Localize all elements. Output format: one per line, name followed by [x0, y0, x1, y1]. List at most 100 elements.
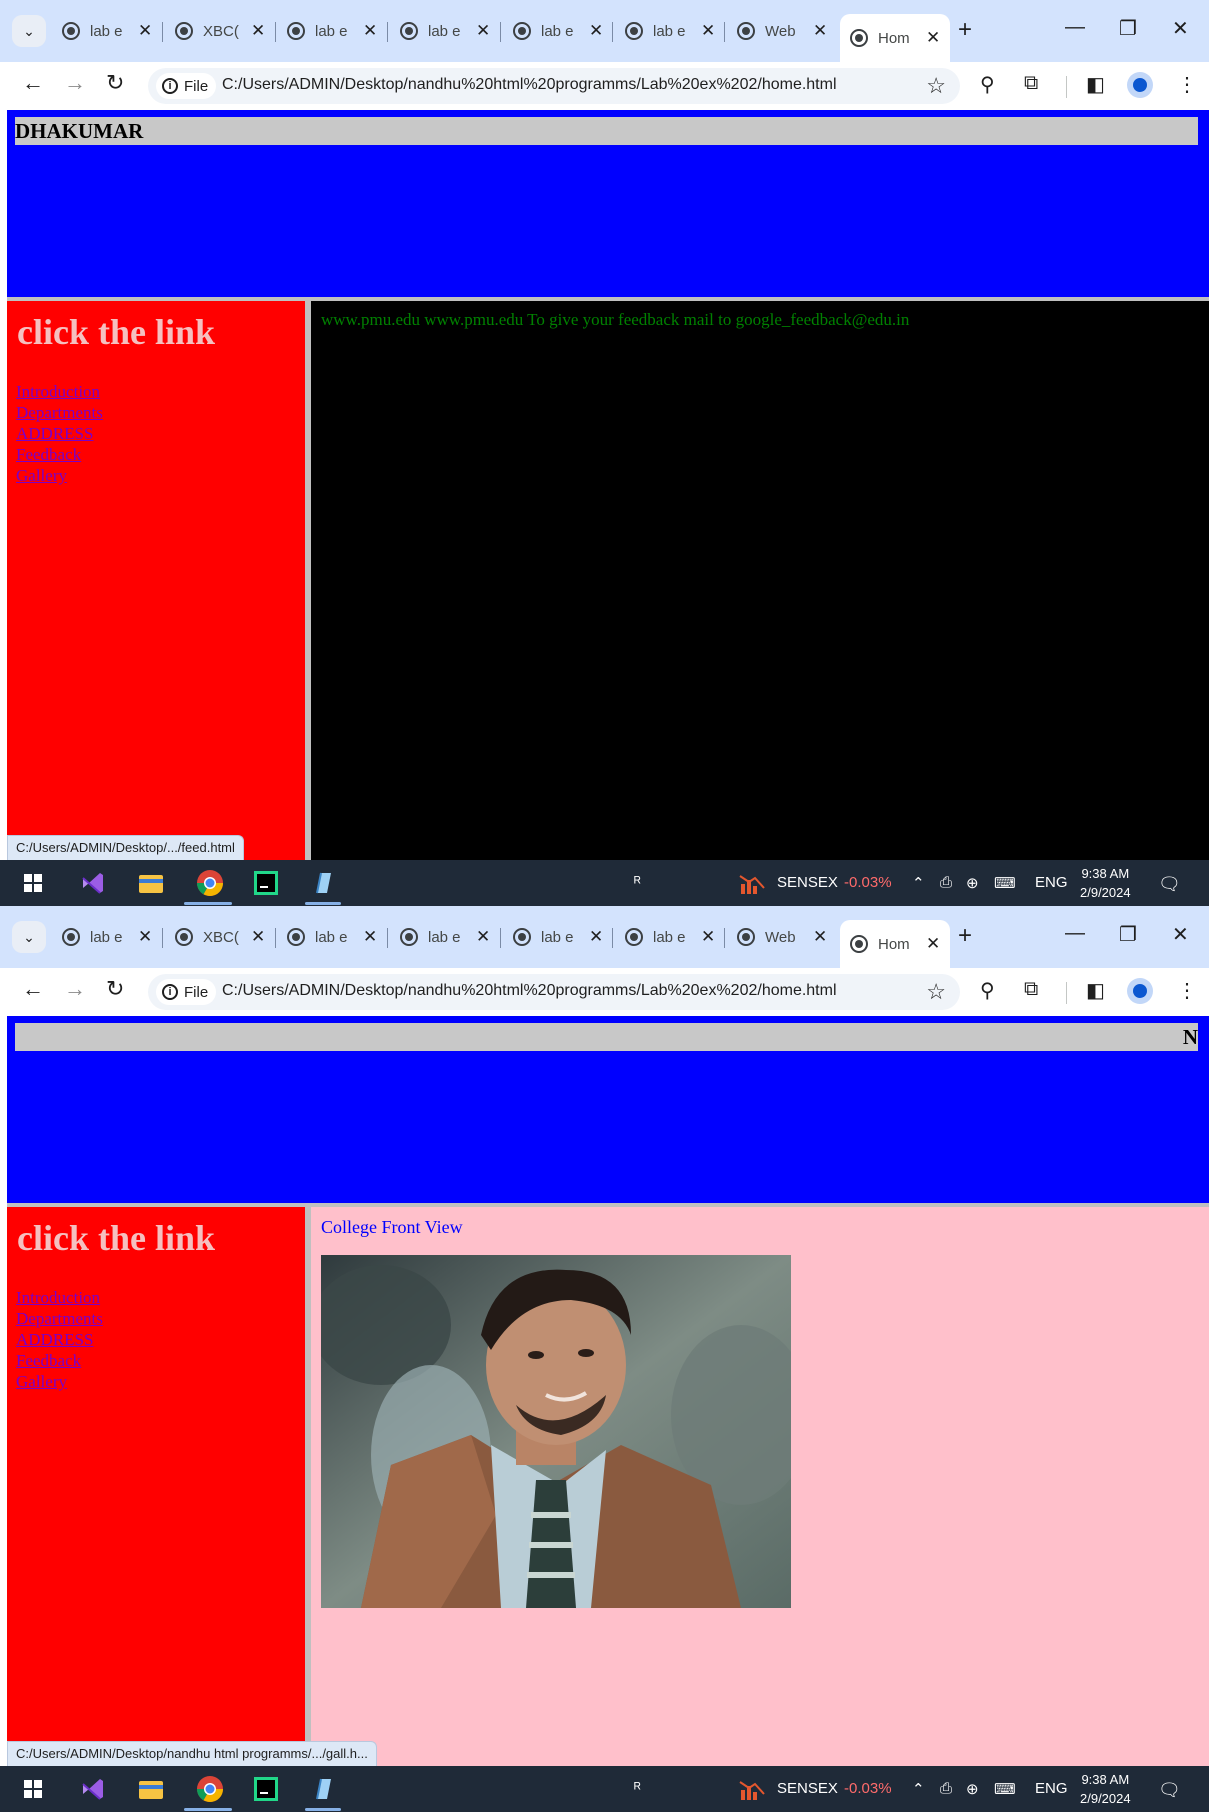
url-text[interactable]: C:/Users/ADMIN/Desktop/nandhu%20html%20p…	[222, 982, 837, 1000]
tray-device-icon[interactable]: ⎙	[940, 874, 952, 891]
close-icon[interactable]: ✕	[813, 21, 827, 41]
site-info-chip[interactable]: i File	[156, 979, 217, 1005]
tab[interactable]: lab e ✕	[400, 920, 490, 954]
reload-icon[interactable]: ↻	[106, 976, 124, 1002]
back-icon[interactable]: ←	[22, 976, 44, 1002]
back-icon[interactable]: ←	[22, 70, 44, 96]
chrome-icon[interactable]	[195, 868, 225, 898]
new-tab-icon[interactable]: +	[958, 16, 972, 44]
tab-active[interactable]: Hom ✕	[840, 920, 951, 968]
close-icon[interactable]: ✕	[701, 21, 715, 41]
close-icon[interactable]: ✕	[251, 927, 265, 947]
link-introduction[interactable]: Introduction	[16, 1287, 103, 1308]
notification-icon[interactable]: 🗨	[1158, 1780, 1181, 1801]
stock-chart-icon[interactable]	[737, 1774, 767, 1804]
tab[interactable]: XBC(✕	[175, 14, 265, 48]
forward-icon[interactable]: →	[64, 976, 86, 1002]
site-info-chip[interactable]: i File	[156, 73, 217, 99]
close-icon[interactable]: ✕	[589, 21, 603, 41]
url-text[interactable]: C:/Users/ADMIN/Desktop/nandhu%20html%20p…	[222, 76, 837, 94]
link-departments[interactable]: Departments	[16, 402, 103, 423]
star-icon[interactable]: ☆	[926, 979, 946, 1005]
accessibility-icon[interactable]: ᴿ	[634, 1780, 641, 1797]
tab[interactable]: Web ✕	[737, 920, 827, 954]
notification-icon[interactable]: 🗨	[1158, 874, 1181, 895]
minimize-icon[interactable]: —	[1065, 16, 1085, 39]
tray-device-icon[interactable]: ⎙	[940, 1780, 952, 1797]
file-explorer-icon[interactable]	[136, 868, 166, 898]
tab[interactable]: lab e ✕	[287, 14, 377, 48]
restore-icon[interactable]: ❐	[1119, 922, 1137, 947]
link-address[interactable]: ADDRESS	[16, 1329, 103, 1350]
windows-start-icon[interactable]	[18, 868, 48, 898]
close-icon[interactable]: ✕	[363, 927, 377, 947]
close-icon[interactable]: ✕	[926, 28, 940, 48]
keyboard-icon[interactable]: ⌨	[994, 874, 1016, 892]
tab[interactable]: lab e ✕	[62, 14, 152, 48]
link-departments[interactable]: Departments	[16, 1308, 103, 1329]
tab[interactable]: lab e ✕	[287, 920, 377, 954]
close-window-icon[interactable]: ✕	[1172, 922, 1189, 947]
minimize-icon[interactable]: —	[1065, 922, 1085, 945]
keyboard-icon[interactable]: ⌨	[994, 1780, 1016, 1798]
chevron-up-icon[interactable]: ⌃	[912, 874, 925, 892]
windows-start-icon[interactable]	[18, 1774, 48, 1804]
close-window-icon[interactable]: ✕	[1172, 16, 1189, 41]
side-panel-icon[interactable]: ◧	[1086, 72, 1105, 97]
close-icon[interactable]: ✕	[138, 927, 152, 947]
tab[interactable]: lab e ✕	[513, 14, 603, 48]
close-icon[interactable]: ✕	[138, 21, 152, 41]
stock-chart-icon[interactable]	[737, 868, 767, 898]
chevron-up-icon[interactable]: ⌃	[912, 1780, 925, 1798]
file-explorer-icon[interactable]	[136, 1774, 166, 1804]
pycharm-icon[interactable]	[251, 1774, 281, 1804]
network-icon[interactable]: ⊕	[966, 874, 979, 892]
extension-pin-icon[interactable]: ⚲	[980, 978, 995, 1003]
menu-kebab-icon[interactable]: ⋮	[1177, 72, 1197, 97]
pycharm-icon[interactable]	[251, 868, 281, 898]
tab[interactable]: lab e ✕	[400, 14, 490, 48]
new-tab-icon[interactable]: +	[958, 922, 972, 950]
address-bar[interactable]: i File C:/Users/ADMIN/Desktop/nandhu%20ht…	[148, 68, 960, 104]
address-bar[interactable]: i File C:/Users/ADMIN/Desktop/nandhu%20ht…	[148, 974, 960, 1010]
link-gallery[interactable]: Gallery	[16, 1371, 103, 1392]
tab[interactable]: lab e ✕	[62, 920, 152, 954]
close-icon[interactable]: ✕	[363, 21, 377, 41]
accessibility-icon[interactable]: ᴿ	[634, 874, 641, 891]
forward-icon[interactable]: →	[64, 70, 86, 96]
tab[interactable]: Web ✕	[737, 14, 827, 48]
close-icon[interactable]: ✕	[589, 927, 603, 947]
close-icon[interactable]: ✕	[701, 927, 715, 947]
clock[interactable]: 9:38 AM 2/9/2024	[1080, 864, 1131, 902]
reload-icon[interactable]: ↻	[106, 70, 124, 96]
language-indicator[interactable]: ENG	[1035, 874, 1068, 891]
language-indicator[interactable]: ENG	[1035, 1780, 1068, 1797]
link-introduction[interactable]: Introduction	[16, 381, 103, 402]
close-icon[interactable]: ✕	[813, 927, 827, 947]
tab[interactable]: XBC(✕	[175, 920, 265, 954]
tab[interactable]: lab e ✕	[625, 14, 715, 48]
close-icon[interactable]: ✕	[476, 21, 490, 41]
star-icon[interactable]: ☆	[926, 73, 946, 99]
restore-icon[interactable]: ❐	[1119, 16, 1137, 41]
close-icon[interactable]: ✕	[926, 934, 940, 954]
notepad-icon[interactable]	[308, 868, 338, 898]
link-address[interactable]: ADDRESS	[16, 423, 103, 444]
close-icon[interactable]: ✕	[476, 927, 490, 947]
network-icon[interactable]: ⊕	[966, 1780, 979, 1798]
side-panel-icon[interactable]: ◧	[1086, 978, 1105, 1003]
extensions-puzzle-icon[interactable]: ⧉	[1024, 978, 1038, 1001]
link-feedback[interactable]: Feedback	[16, 444, 103, 465]
tab-search-button[interactable]: ⌄	[12, 921, 46, 953]
chrome-icon[interactable]	[195, 1774, 225, 1804]
extension-pin-icon[interactable]: ⚲	[980, 72, 995, 97]
tab[interactable]: lab e ✕	[625, 920, 715, 954]
notepad-icon[interactable]	[308, 1774, 338, 1804]
link-feedback[interactable]: Feedback	[16, 1350, 103, 1371]
menu-kebab-icon[interactable]: ⋮	[1177, 978, 1197, 1003]
extensions-puzzle-icon[interactable]: ⧉	[1024, 72, 1038, 95]
visual-studio-icon[interactable]	[78, 868, 108, 898]
close-icon[interactable]: ✕	[251, 21, 265, 41]
tab[interactable]: lab e ✕	[513, 920, 603, 954]
tab-active[interactable]: Hom ✕	[840, 14, 951, 62]
